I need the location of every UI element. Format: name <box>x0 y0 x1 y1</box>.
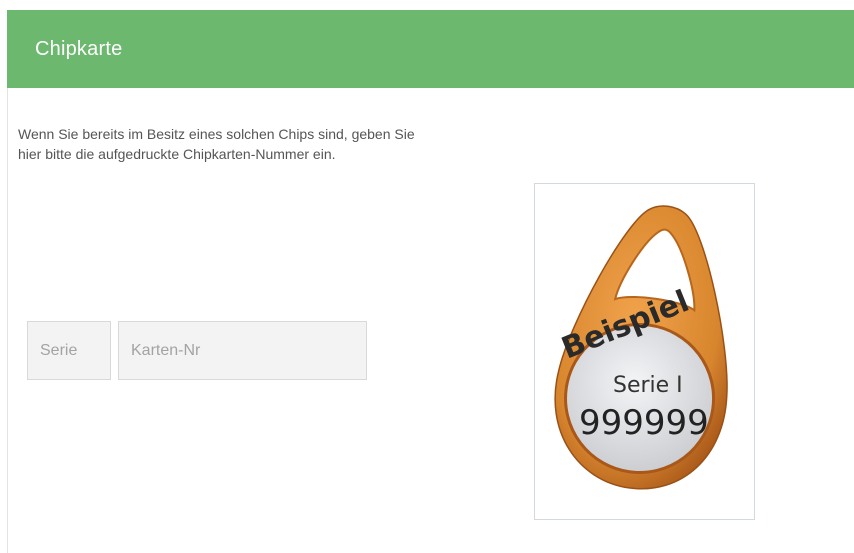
example-chip-image: Serie I 999999 Beispiel <box>534 183 755 520</box>
key-fob-illustration: Serie I 999999 Beispiel <box>554 205 728 490</box>
intro-line-2: hier bitte die aufgedruckte Chipkarten-N… <box>18 146 336 162</box>
disc-serie-text: Serie I <box>613 373 683 398</box>
intro-text: Wenn Sie bereits im Besitz eines solchen… <box>18 124 538 164</box>
panel-title: Chipkarte <box>35 38 123 60</box>
kartennr-input[interactable] <box>118 321 367 380</box>
intro-line-1: Wenn Sie bereits im Besitz eines solchen… <box>18 126 415 142</box>
panel-header: Chipkarte <box>7 10 854 88</box>
serie-input[interactable] <box>27 321 111 380</box>
disc-number-text: 999999 <box>579 403 709 443</box>
